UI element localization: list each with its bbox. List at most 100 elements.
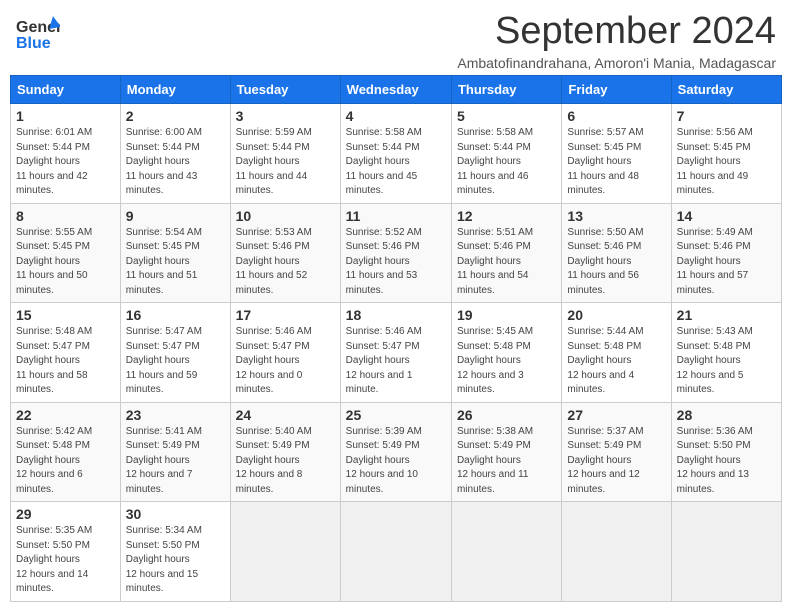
col-saturday: Saturday [671, 76, 781, 104]
day-number: 5 [457, 108, 556, 124]
calendar-day-cell: 30 Sunrise: 5:34 AMSunset: 5:50 PMDayligh… [120, 502, 230, 602]
day-number: 25 [346, 407, 446, 423]
calendar-day-cell: 28Sunrise: 5:36 AMSunset: 5:50 PMDayligh… [671, 402, 781, 502]
day-info: Sunrise: 5:54 AMSunset: 5:45 PMDaylight … [126, 226, 225, 299]
day-number: 29 [16, 506, 115, 522]
calendar-day-cell: 12 Sunrise: 5:51 AMSunset: 5:46 PMDayligh… [451, 203, 561, 303]
calendar-day-cell: 16 Sunrise: 5:47 AMSunset: 5:47 PMDayligh… [120, 303, 230, 403]
calendar-day-cell: 25 Sunrise: 5:39 AMSunset: 5:49 PMDayligh… [340, 402, 451, 502]
day-info: Sunrise: 5:49 AMSunset: 5:46 PMDaylight … [677, 226, 776, 299]
day-number: 24 [236, 407, 335, 423]
day-info: Sunrise: 5:59 AMSunset: 5:44 PMDaylight … [236, 126, 335, 199]
calendar-week-row: 29 Sunrise: 5:35 AMSunset: 5:50 PMDayligh… [11, 502, 782, 602]
logo: General Blue [16, 14, 60, 54]
calendar-day-cell: 29 Sunrise: 5:35 AMSunset: 5:50 PMDayligh… [11, 502, 121, 602]
calendar-day-cell [340, 502, 451, 602]
day-number: 10 [236, 208, 335, 224]
calendar-day-cell: 27Sunrise: 5:37 AMSunset: 5:49 PMDayligh… [562, 402, 671, 502]
col-wednesday: Wednesday [340, 76, 451, 104]
day-number: 9 [126, 208, 225, 224]
day-number: 6 [567, 108, 665, 124]
day-number: 21 [677, 307, 776, 323]
calendar-week-row: 8 Sunrise: 5:55 AMSunset: 5:45 PMDaylight… [11, 203, 782, 303]
day-info: Sunrise: 5:57 AMSunset: 5:45 PMDaylight … [567, 126, 665, 199]
day-info: Sunrise: 5:44 AMSunset: 5:48 PMDaylight … [567, 325, 665, 398]
day-info: Sunrise: 5:41 AMSunset: 5:49 PMDaylight … [126, 425, 225, 498]
day-number: 16 [126, 307, 225, 323]
title-block: September 2024 Ambatofinandrahana, Amoro… [457, 10, 776, 71]
day-info: Sunrise: 5:52 AMSunset: 5:46 PMDaylight … [346, 226, 446, 299]
calendar-day-cell: 3 Sunrise: 5:59 AMSunset: 5:44 PMDaylight… [230, 104, 340, 204]
day-number: 22 [16, 407, 115, 423]
calendar-day-cell: 9 Sunrise: 5:54 AMSunset: 5:45 PMDaylight… [120, 203, 230, 303]
day-number: 26 [457, 407, 556, 423]
day-number: 3 [236, 108, 335, 124]
day-number: 30 [126, 506, 225, 522]
day-info: Sunrise: 5:51 AMSunset: 5:46 PMDaylight … [457, 226, 556, 299]
calendar-day-cell: 8 Sunrise: 5:55 AMSunset: 5:45 PMDaylight… [11, 203, 121, 303]
calendar-day-cell: 1Sunrise: 6:01 AMSunset: 5:44 PMDaylight… [11, 104, 121, 204]
day-number: 12 [457, 208, 556, 224]
calendar-day-cell [671, 502, 781, 602]
calendar-day-cell: 17Sunrise: 5:46 AMSunset: 5:47 PMDayligh… [230, 303, 340, 403]
day-info: Sunrise: 5:58 AMSunset: 5:44 PMDaylight … [457, 126, 556, 199]
calendar-day-cell [562, 502, 671, 602]
calendar-day-cell: 5 Sunrise: 5:58 AMSunset: 5:44 PMDaylight… [451, 104, 561, 204]
day-number: 18 [346, 307, 446, 323]
day-info: Sunrise: 5:36 AMSunset: 5:50 PMDaylight … [677, 425, 776, 498]
calendar-week-row: 1Sunrise: 6:01 AMSunset: 5:44 PMDaylight… [11, 104, 782, 204]
calendar-day-cell [451, 502, 561, 602]
day-number: 2 [126, 108, 225, 124]
day-info: Sunrise: 5:55 AMSunset: 5:45 PMDaylight … [16, 226, 115, 299]
col-sunday: Sunday [11, 76, 121, 104]
col-friday: Friday [562, 76, 671, 104]
day-info: Sunrise: 5:40 AMSunset: 5:49 PMDaylight … [236, 425, 335, 498]
day-info: Sunrise: 5:45 AMSunset: 5:48 PMDaylight … [457, 325, 556, 398]
day-info: Sunrise: 5:53 AMSunset: 5:46 PMDaylight … [236, 226, 335, 299]
day-info: Sunrise: 5:43 AMSunset: 5:48 PMDaylight … [677, 325, 776, 398]
calendar-day-cell: 14 Sunrise: 5:49 AMSunset: 5:46 PMDayligh… [671, 203, 781, 303]
day-info: Sunrise: 5:35 AMSunset: 5:50 PMDaylight … [16, 524, 115, 597]
day-info: Sunrise: 5:38 AMSunset: 5:49 PMDaylight … [457, 425, 556, 498]
calendar-day-cell: 7Sunrise: 5:56 AMSunset: 5:45 PMDaylight… [671, 104, 781, 204]
day-info: Sunrise: 5:58 AMSunset: 5:44 PMDaylight … [346, 126, 446, 199]
calendar-day-cell: 11 Sunrise: 5:52 AMSunset: 5:46 PMDayligh… [340, 203, 451, 303]
day-info: Sunrise: 5:42 AMSunset: 5:48 PMDaylight … [16, 425, 115, 498]
day-info: Sunrise: 6:01 AMSunset: 5:44 PMDaylight … [16, 126, 115, 199]
calendar-day-cell: 26 Sunrise: 5:38 AMSunset: 5:49 PMDayligh… [451, 402, 561, 502]
calendar-day-cell [230, 502, 340, 602]
day-info: Sunrise: 5:56 AMSunset: 5:45 PMDaylight … [677, 126, 776, 199]
page-header: General Blue September 2024 Ambatofinand… [10, 10, 782, 71]
calendar-day-cell: 15 Sunrise: 5:48 AMSunset: 5:47 PMDayligh… [11, 303, 121, 403]
day-number: 14 [677, 208, 776, 224]
day-info: Sunrise: 5:48 AMSunset: 5:47 PMDaylight … [16, 325, 115, 398]
day-info: Sunrise: 5:34 AMSunset: 5:50 PMDaylight … [126, 524, 225, 597]
calendar-day-cell: 23Sunrise: 5:41 AMSunset: 5:49 PMDayligh… [120, 402, 230, 502]
day-info: Sunrise: 5:46 AMSunset: 5:47 PMDaylight … [236, 325, 335, 398]
day-info: Sunrise: 6:00 AMSunset: 5:44 PMDaylight … [126, 126, 225, 199]
col-monday: Monday [120, 76, 230, 104]
calendar-day-cell: 6 Sunrise: 5:57 AMSunset: 5:45 PMDaylight… [562, 104, 671, 204]
col-thursday: Thursday [451, 76, 561, 104]
day-info: Sunrise: 5:39 AMSunset: 5:49 PMDaylight … [346, 425, 446, 498]
day-number: 11 [346, 208, 446, 224]
day-number: 19 [457, 307, 556, 323]
logo-icon: General Blue [16, 14, 60, 54]
calendar-day-cell: 21 Sunrise: 5:43 AMSunset: 5:48 PMDayligh… [671, 303, 781, 403]
month-title: September 2024 [457, 10, 776, 53]
calendar-day-cell: 2 Sunrise: 6:00 AMSunset: 5:44 PMDaylight… [120, 104, 230, 204]
location-title: Ambatofinandrahana, Amoron'i Mania, Mada… [457, 55, 776, 71]
calendar-day-cell: 18 Sunrise: 5:46 AMSunset: 5:47 PMDayligh… [340, 303, 451, 403]
calendar-day-cell: 24 Sunrise: 5:40 AMSunset: 5:49 PMDayligh… [230, 402, 340, 502]
calendar-day-cell: 20Sunrise: 5:44 AMSunset: 5:48 PMDayligh… [562, 303, 671, 403]
calendar-day-cell: 10 Sunrise: 5:53 AMSunset: 5:46 PMDayligh… [230, 203, 340, 303]
svg-text:Blue: Blue [16, 35, 51, 52]
day-number: 8 [16, 208, 115, 224]
day-number: 15 [16, 307, 115, 323]
calendar-day-cell: 4Sunrise: 5:58 AMSunset: 5:44 PMDaylight… [340, 104, 451, 204]
day-info: Sunrise: 5:46 AMSunset: 5:47 PMDaylight … [346, 325, 446, 398]
calendar-day-cell: 19 Sunrise: 5:45 AMSunset: 5:48 PMDayligh… [451, 303, 561, 403]
day-number: 13 [567, 208, 665, 224]
day-info: Sunrise: 5:47 AMSunset: 5:47 PMDaylight … [126, 325, 225, 398]
calendar-day-cell: 13Sunrise: 5:50 AMSunset: 5:46 PMDayligh… [562, 203, 671, 303]
